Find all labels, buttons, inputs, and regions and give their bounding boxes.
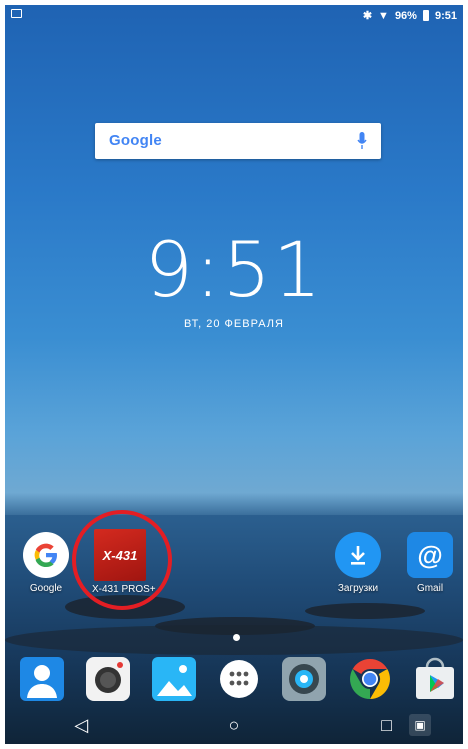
status-time: 9:51 <box>434 9 457 22</box>
settings-icon[interactable] <box>279 654 329 704</box>
app-label: Google <box>29 583 63 594</box>
highlight-circle <box>72 510 172 610</box>
apps-drawer-icon[interactable] <box>214 654 264 704</box>
screenshot-button[interactable]: ▣ <box>409 714 431 736</box>
clock-date: ВТ, 20 ФЕВРАЛЯ <box>184 318 284 330</box>
contacts-icon[interactable] <box>17 654 67 704</box>
bluetooth-icon: ✱ <box>362 10 373 22</box>
screenshot-notification-icon <box>11 9 22 18</box>
back-button[interactable]: ◁ <box>61 715 101 736</box>
app-gmail[interactable]: @ Gmail <box>402 532 458 594</box>
recents-button[interactable]: □ <box>367 715 407 736</box>
page-indicator <box>233 634 240 641</box>
chrome-icon[interactable] <box>345 654 395 704</box>
app-downloads[interactable]: Загрузки <box>330 532 386 594</box>
navigation-bar: ◁ ○ □ ▣ <box>5 706 463 744</box>
download-icon <box>335 532 381 578</box>
clock-widget[interactable]: 9:51 <box>5 225 463 314</box>
battery-icon <box>422 10 429 21</box>
wallpaper-rock <box>305 603 425 619</box>
mic-icon[interactable] <box>357 131 367 151</box>
wifi-icon: ▼ <box>378 9 389 22</box>
play-store-icon[interactable] <box>410 654 460 704</box>
app-label: Gmail <box>416 583 444 594</box>
dock <box>5 650 463 710</box>
home-screen: ✱ ▼ 96% 9:51 Google 9:51 ВТ, 20 ФЕВРАЛЯ … <box>5 5 463 744</box>
google-search-bar[interactable]: Google <box>95 123 381 159</box>
app-label: Загрузки <box>337 583 379 594</box>
email-icon: @ <box>407 532 453 578</box>
battery-percent: 96% <box>394 9 417 22</box>
status-bar[interactable]: ✱ ▼ 96% 9:51 <box>5 5 463 27</box>
google-icon <box>23 532 69 578</box>
google-logo: Google <box>109 132 162 149</box>
camera-icon[interactable] <box>83 654 133 704</box>
home-button[interactable]: ○ <box>214 715 254 736</box>
app-google[interactable]: Google <box>18 532 74 594</box>
gallery-icon[interactable] <box>149 654 199 704</box>
